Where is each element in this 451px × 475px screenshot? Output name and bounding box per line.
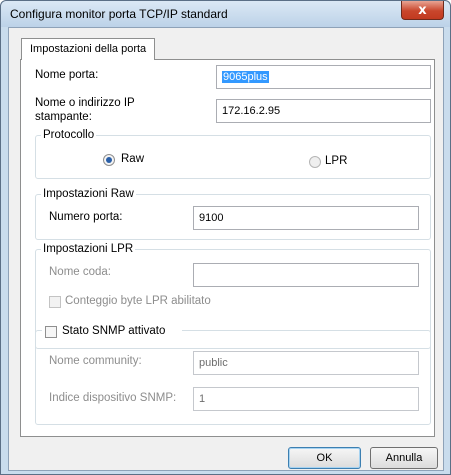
printer-address-label: Nome o indirizzo IP stampante: — [35, 97, 135, 123]
lpr-radio-label[interactable]: LPR — [325, 155, 347, 167]
raw-radio-label[interactable]: Raw — [121, 153, 144, 165]
snmp-status-label[interactable]: Stato SNMP attivato — [62, 325, 165, 337]
port-number-label: Numero porta: — [49, 211, 123, 223]
community-name-label: Nome community: — [49, 355, 142, 367]
dialog-client-area: Impostazioni della porta Nome porta: 906… — [8, 27, 444, 471]
lpr-settings-legend: Impostazioni LPR — [43, 243, 134, 255]
raw-settings-legend: Impostazioni Raw — [43, 188, 134, 200]
port-name-value: 9065plus — [222, 71, 269, 83]
community-name-field[interactable]: public — [193, 351, 419, 375]
lpr-byte-count-label: Conteggio byte LPR abilitato — [65, 295, 211, 307]
protocol-group: Protocollo — [35, 129, 431, 179]
close-button[interactable]: x — [401, 1, 444, 20]
queue-name-label: Nome coda: — [49, 266, 112, 278]
printer-address-field[interactable]: 172.16.2.95 — [216, 99, 431, 123]
cancel-button[interactable]: Annulla — [370, 447, 438, 469]
title-bar[interactable]: Configura monitor porta TCP/IP standard … — [1, 1, 450, 27]
window-title: Configura monitor porta TCP/IP standard — [10, 7, 228, 21]
tab-port-settings[interactable]: Impostazioni della porta — [21, 38, 156, 60]
port-name-field[interactable]: 9065plus — [216, 65, 431, 89]
dialog-window: Configura monitor porta TCP/IP standard … — [0, 0, 451, 475]
queue-name-field[interactable] — [193, 263, 419, 287]
ok-button[interactable]: OK — [288, 447, 361, 469]
close-icon: x — [418, 2, 427, 18]
tab-panel: Nome porta: 9065plus Nome o indirizzo IP… — [20, 59, 435, 437]
lpr-byte-count-checkbox[interactable] — [49, 296, 61, 308]
raw-radio[interactable] — [103, 154, 115, 166]
port-name-label: Nome porta: — [35, 69, 99, 81]
port-number-field[interactable]: 9100 — [193, 206, 419, 230]
snmp-device-index-field[interactable]: 1 — [193, 387, 419, 411]
protocol-legend: Protocollo — [43, 129, 95, 141]
snmp-status-checkbox[interactable] — [45, 326, 57, 338]
lpr-radio[interactable] — [309, 156, 321, 168]
snmp-device-index-label: Indice dispositivo SNMP: — [49, 392, 177, 404]
